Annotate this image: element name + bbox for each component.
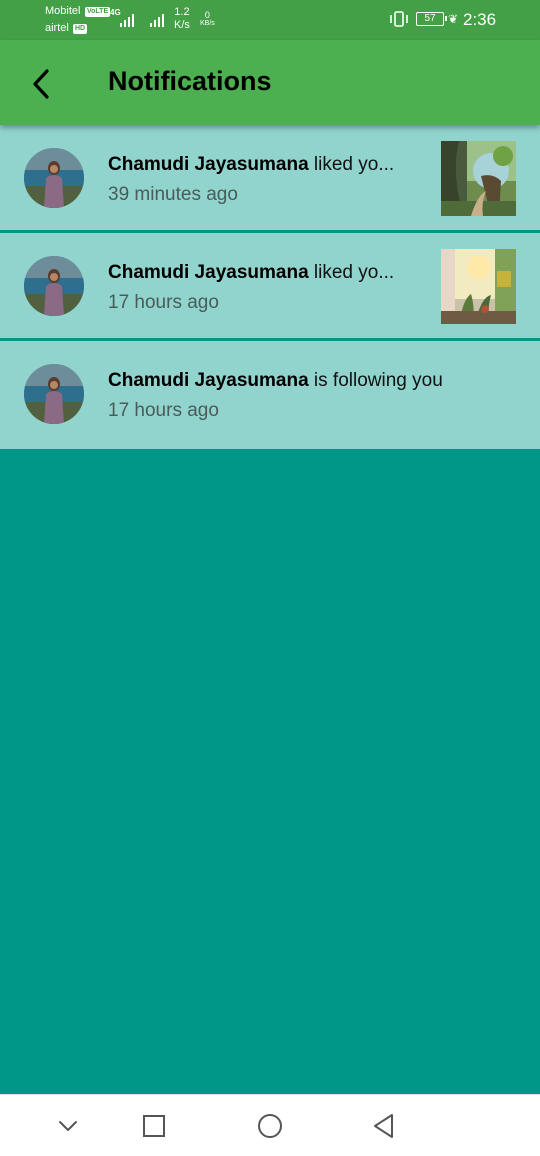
notification-item[interactable]: Chamudi Jayasumana is following you 17 h… <box>0 341 540 449</box>
app-bar: Notifications <box>0 40 540 125</box>
notification-action: is following you <box>313 370 443 391</box>
notification-time: 17 hours ago <box>108 292 219 313</box>
signal-icon <box>120 14 134 27</box>
square-icon[interactable] <box>137 1109 171 1143</box>
data-unit: KB/s <box>200 20 215 27</box>
user-name[interactable]: Chamudi Jayasumana <box>108 262 309 283</box>
notification-time: 39 minutes ago <box>108 184 238 205</box>
clock: 2:36 <box>463 10 497 29</box>
notification-text: Chamudi Jayasumana liked yo... 39 minute… <box>108 153 413 207</box>
user-name[interactable]: Chamudi Jayasumana <box>108 154 309 175</box>
data-rate: 0 KB/s <box>200 10 215 28</box>
post-thumbnail[interactable] <box>441 249 516 324</box>
chevron-left-icon[interactable] <box>20 62 64 106</box>
carrier-1-label: Mobitel <box>45 5 81 17</box>
hd-badge: HD <box>73 24 88 34</box>
triangle-back-icon[interactable] <box>367 1109 401 1143</box>
page-title: Notifications <box>108 66 272 96</box>
speed-unit: K/s <box>174 19 190 31</box>
signal-icon <box>150 14 164 27</box>
chevron-down-icon[interactable] <box>51 1109 85 1143</box>
notification-message: Chamudi Jayasumana is following you <box>108 369 488 393</box>
notification-action: liked yo... <box>313 154 395 175</box>
volte-badge: VoLTE <box>85 7 111 17</box>
battery-icon: 57 <box>416 12 447 26</box>
data-value: 0 <box>204 10 210 20</box>
avatar[interactable] <box>24 364 84 424</box>
notification-message: Chamudi Jayasumana liked yo... <box>108 153 413 177</box>
power-saving-leaf-icon: ❦ <box>448 12 459 26</box>
notification-list: Chamudi Jayasumana liked yo... 39 minute… <box>0 125 540 449</box>
notification-item[interactable]: Chamudi Jayasumana liked yo... 17 hours … <box>0 233 540 341</box>
notification-time: 17 hours ago <box>108 400 219 421</box>
post-thumbnail[interactable] <box>441 141 516 216</box>
status-bar: Mobitel VoLTE airtel HD 4G 1.2 K/s 0 KB/… <box>0 0 540 40</box>
user-name[interactable]: Chamudi Jayasumana <box>108 370 309 391</box>
notification-item[interactable]: Chamudi Jayasumana liked yo... 39 minute… <box>0 125 540 233</box>
notification-text: Chamudi Jayasumana is following you 17 h… <box>108 369 488 423</box>
notification-text: Chamudi Jayasumana liked yo... 17 hours … <box>108 261 413 315</box>
network-speed: 1.2 K/s <box>174 6 190 32</box>
carrier-2-label: airtel <box>45 22 69 34</box>
vibrate-icon <box>390 11 408 27</box>
speed-value: 1.2 <box>174 6 190 18</box>
notification-action: liked yo... <box>313 262 395 283</box>
notification-message: Chamudi Jayasumana liked yo... <box>108 261 413 285</box>
avatar[interactable] <box>24 148 84 208</box>
system-nav-bar <box>0 1094 540 1156</box>
avatar[interactable] <box>24 256 84 316</box>
circle-icon[interactable] <box>253 1109 287 1143</box>
